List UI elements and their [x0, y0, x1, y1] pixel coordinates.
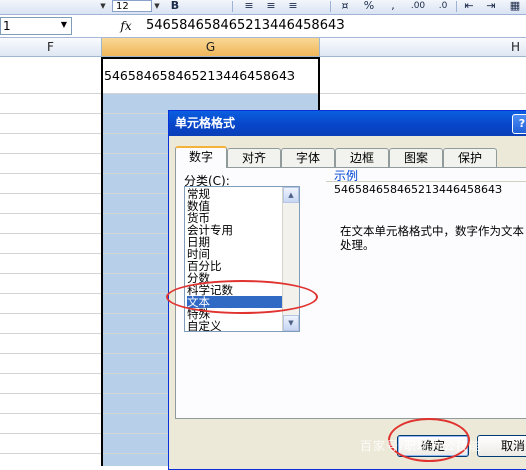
tab-number[interactable]: 数字 — [175, 146, 227, 168]
formula-input[interactable]: 54658465846521344645864З — [146, 17, 522, 35]
decrease-decimal-button[interactable]: .0 — [434, 0, 452, 12]
annotation-circle-text-category — [166, 280, 318, 314]
column-header-f[interactable]: F — [0, 38, 102, 56]
cell-g-value[interactable]: 54658465846521344645864З — [104, 68, 295, 84]
tab-protection[interactable]: 保护 — [443, 148, 497, 167]
align-center-icon[interactable]: ≡ — [262, 0, 280, 12]
percent-button[interactable]: % — [360, 0, 378, 12]
scroll-down-icon[interactable]: ▼ — [283, 315, 299, 331]
tab-font[interactable]: 字体 — [281, 148, 335, 167]
tab-strip: 数字 对齐 字体 边框 图案 保护 — [175, 146, 526, 168]
column-header-h[interactable]: H — [320, 38, 526, 56]
formatting-toolbar: 12 ▼ ▼ B ≡ ≡ ≡ ¤ % , .00 .0 ⇤ ⇥ ▦ — [0, 0, 526, 15]
chevron-down-icon[interactable]: ▼ — [98, 0, 108, 12]
increase-decimal-button[interactable]: .00 — [406, 0, 430, 12]
category-item[interactable]: 自定义 — [187, 320, 283, 331]
chevron-down-icon[interactable]: ▼ — [152, 0, 162, 12]
format-description: 在文本单元格格式中，数字作为文本处理。 — [340, 224, 524, 252]
align-left-icon[interactable]: ≡ — [240, 0, 258, 12]
scroll-up-icon[interactable]: ▲ — [283, 187, 299, 203]
selection-border — [101, 57, 103, 466]
tab-alignment[interactable]: 对齐 — [227, 148, 281, 167]
column-header-g[interactable]: G — [102, 38, 320, 56]
watermark: 百家号/职场办公技能 — [360, 439, 483, 453]
toolbar-separator — [330, 1, 331, 12]
sample-label: 示例 — [334, 169, 359, 183]
sample-value: 54658465846521344645864З — [334, 183, 503, 196]
insert-function-icon[interactable]: fx — [116, 18, 136, 34]
toolbar-separator — [456, 1, 457, 12]
currency-icon[interactable]: ¤ — [336, 0, 354, 12]
tab-border[interactable]: 边框 — [335, 148, 389, 167]
bold-button[interactable]: B — [166, 0, 184, 12]
help-button[interactable]: ? — [512, 114, 526, 134]
toolbar-separator — [232, 1, 233, 12]
comma-style-button[interactable]: , — [384, 0, 402, 12]
align-right-icon[interactable]: ≡ — [284, 0, 302, 12]
tab-patterns[interactable]: 图案 — [389, 148, 443, 167]
decrease-indent-icon[interactable]: ⇤ — [460, 0, 478, 12]
gridline — [0, 93, 526, 94]
cancel-button[interactable]: 取消 — [477, 435, 526, 457]
increase-indent-icon[interactable]: ⇥ — [482, 0, 500, 12]
font-size-dropdown[interactable]: 12 — [112, 0, 152, 12]
formula-bar: 1 ▼ fx 54658465846521344645864З — [0, 15, 526, 38]
dialog-title: 单元格格式 — [169, 111, 526, 136]
chevron-down-icon[interactable]: ▼ — [58, 17, 70, 33]
column-headers: F G H — [0, 38, 526, 57]
borders-icon[interactable]: ▦ — [506, 0, 524, 12]
